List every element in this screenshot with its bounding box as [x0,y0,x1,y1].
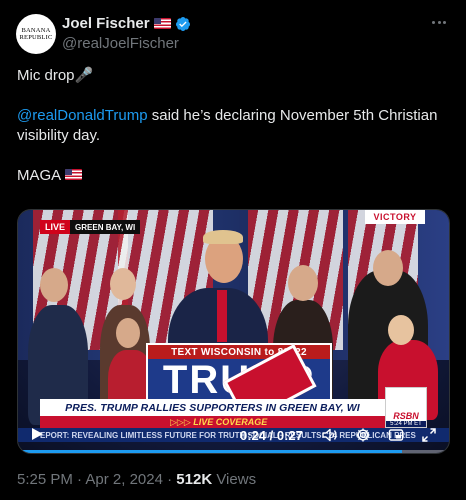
network-name: RSBN [393,411,419,421]
victory-sign: VICTORY [365,210,425,224]
play-icon[interactable] [30,427,44,441]
video-time: 0:24 / 0:27 [240,428,303,443]
us-flag-emoji-icon [64,169,82,180]
more-options-icon[interactable] [428,14,450,30]
live-location: GREEN BAY, WI [70,220,141,234]
tweet-date[interactable]: Apr 2, 2024 [85,471,163,488]
avatar[interactable]: BANANA REPUBLIC [16,14,56,54]
us-flag-icon [153,18,171,29]
news-ticker: EPORT: REVEALING LIMITLESS FUTURE FOR TR… [18,428,449,442]
lower-third-banner: PRES. TRUMP RALLIES SUPPORTERS IN GREEN … [40,399,385,416]
video-frame: VICTORY TEXT WISCONSIN to 88022 TRUMP LI… [18,210,449,453]
video-progress-bar[interactable] [18,450,449,453]
podium-text: TEXT WISCONSIN to 88022 [148,345,330,359]
tweet-meta: 5:25 PM · Apr 2, 2024 · 512K Views [17,471,257,488]
time-total: 0:27 [276,428,303,443]
views-count: 512K [176,471,213,488]
verified-badge-icon[interactable] [175,16,191,32]
tweet-line-1: Mic drop [17,67,75,84]
views-label: Views [216,471,257,488]
mention-link[interactable]: @realDonaldTrump [17,107,148,124]
author-display-name[interactable]: Joel Fischer [62,15,150,32]
picture-in-picture-icon[interactable] [388,427,404,443]
live-badge: LIVE GREEN BAY, WI [40,220,141,234]
fullscreen-icon[interactable] [421,427,437,443]
tweet: BANANA REPUBLIC Joel Fischer @realJoelFi… [0,0,466,500]
volume-icon[interactable] [322,427,338,443]
tweet-line-3: MAGA [17,167,61,184]
avatar-text-bottom: REPUBLIC [19,34,53,41]
tweet-text: Mic drop🎤 @realDonaldTrump said he’s dec… [17,66,447,186]
avatar-text-top: BANANA [21,27,51,34]
network-logo: RSBN 5:24 PM ET [385,387,427,428]
time-current: 0:24 [240,428,267,443]
settings-gear-icon[interactable] [355,427,371,443]
video-progress-fill [18,450,402,453]
live-label: LIVE [40,220,71,234]
microphone-emoji-icon: 🎤 [74,67,94,84]
video-player[interactable]: VICTORY TEXT WISCONSIN to 88022 TRUMP LI… [17,209,450,454]
author-handle[interactable]: @realJoelFischer [62,35,179,52]
author-name-row: Joel Fischer [62,15,191,32]
tweet-time[interactable]: 5:25 PM [17,471,73,488]
